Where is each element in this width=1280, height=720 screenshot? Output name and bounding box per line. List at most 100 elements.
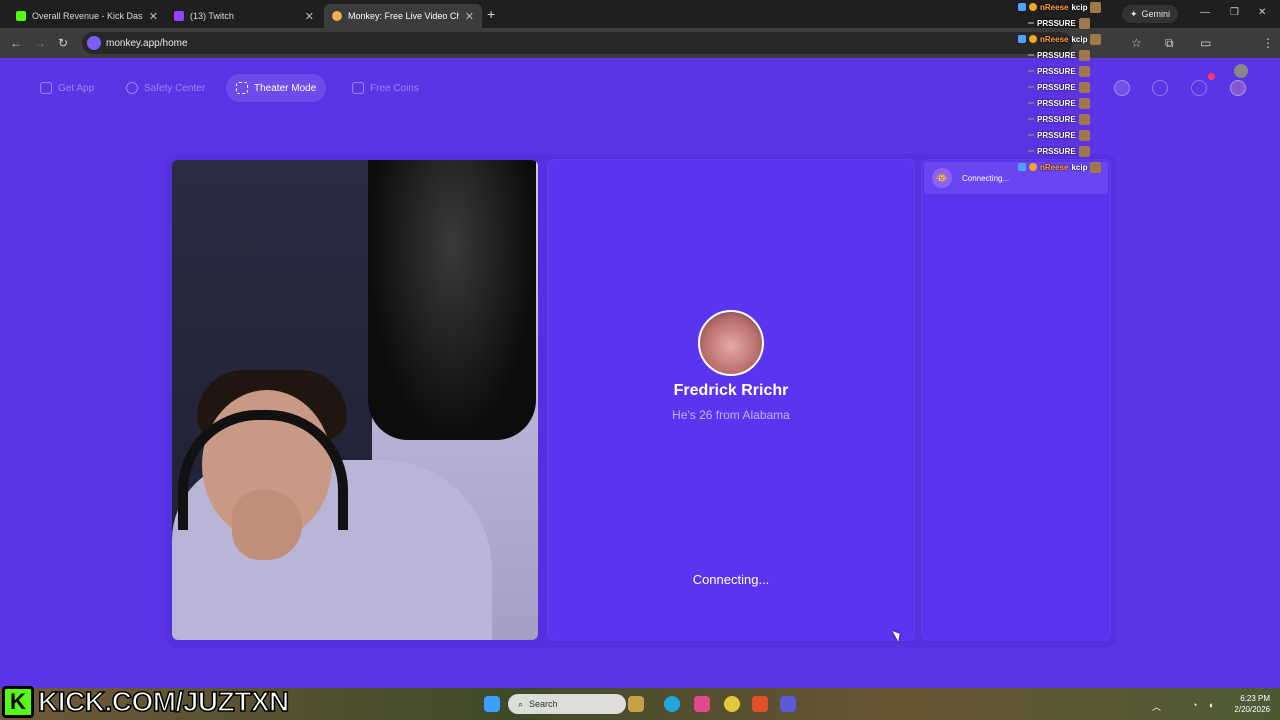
reload-icon[interactable]: ↻ — [58, 36, 68, 50]
window-close-icon[interactable]: ✕ — [1258, 7, 1266, 18]
site-info-icon[interactable] — [87, 36, 101, 50]
search-icon: ⌕ — [518, 698, 524, 709]
match-subtitle: He's 26 from Alabama — [672, 408, 790, 422]
history-clock-icon[interactable] — [1152, 80, 1168, 96]
chat-status-text: Connecting... — [962, 173, 1010, 183]
close-icon[interactable]: ✕ — [149, 10, 158, 23]
overlay-line: PRSSURE — [1028, 128, 1090, 142]
tab-twitch[interactable]: (13) Twitch ✕ — [166, 4, 322, 28]
overlay-line: PRSSURE — [1028, 48, 1090, 62]
free-coins-label: Free Coins — [370, 82, 419, 94]
twitch-icon — [174, 11, 184, 21]
badge-icon — [1018, 163, 1026, 171]
overlay-line: PRSSURE — [1028, 144, 1090, 158]
new-tab-icon[interactable]: + — [487, 6, 495, 22]
tab-title: Monkey: Free Live Video Ch — [348, 11, 459, 21]
stream-watermark: K KICK.COM/JUZTXN — [2, 684, 290, 720]
overlay-line: nReese kcip — [1018, 32, 1102, 46]
emote-icon — [1078, 129, 1090, 141]
badge-icon — [1029, 3, 1037, 11]
tab-title: Overall Revenue - Kick Dashbo — [32, 11, 143, 21]
close-icon[interactable]: ✕ — [305, 10, 314, 23]
sidebar-icon[interactable]: ▭ — [1200, 36, 1211, 50]
monkey-icon — [332, 11, 342, 21]
safety-center-button[interactable]: Safety Center — [116, 74, 215, 102]
copilot-icon[interactable] — [694, 696, 710, 712]
match-name: Fredrick Rrichr — [673, 382, 789, 399]
profile-avatar[interactable] — [1234, 64, 1248, 78]
user-avatar-icon[interactable] — [1114, 80, 1130, 96]
self-video-feed — [172, 160, 538, 640]
taskbar-search-label: Search — [529, 699, 558, 709]
overlay-line: PRSSURE — [1028, 16, 1090, 30]
emote-icon — [1090, 1, 1102, 13]
overlay-line: PRSSURE — [1028, 80, 1090, 94]
emote-icon — [1078, 17, 1090, 29]
safety-center-label: Safety Center — [144, 82, 206, 94]
sparkle-icon: ✦ — [1130, 8, 1138, 19]
coin-stack-icon — [352, 82, 364, 94]
match-avatar — [698, 310, 764, 376]
overlay-line: PRSSURE — [1028, 64, 1090, 78]
tab-monkey[interactable]: Monkey: Free Live Video Ch ✕ — [324, 4, 482, 28]
expand-icon — [236, 82, 248, 94]
emote-icon — [1078, 81, 1090, 93]
emote-icon — [1078, 145, 1090, 157]
get-app-label: Get App — [58, 82, 95, 94]
emote-icon — [1090, 33, 1102, 45]
clock-date: 2/20/2026 — [1234, 705, 1270, 714]
badge-icon — [1029, 35, 1037, 43]
bookmark-star-icon[interactable]: ☆ — [1131, 36, 1142, 50]
taskbar-search[interactable]: ⌕ Search — [508, 694, 626, 714]
tray-chevron-icon[interactable]: ︿ — [1152, 700, 1161, 713]
address-bar[interactable]: monkey.app/home — [82, 32, 1072, 54]
overlay-line: PRSSURE — [1028, 96, 1090, 110]
phone-icon — [40, 82, 52, 94]
restore-icon[interactable]: ❐ — [1230, 7, 1239, 18]
tab-title: (13) Twitch — [190, 11, 234, 21]
emote-icon — [1078, 113, 1090, 125]
watermark-url: KICK.COM/JUZTXN — [37, 685, 290, 718]
get-app-button[interactable]: Get App — [30, 74, 104, 102]
kick-icon — [16, 11, 26, 21]
chrome-icon[interactable] — [724, 696, 740, 712]
tab-kick-dashboard[interactable]: Overall Revenue - Kick Dashbo ✕ — [8, 4, 166, 28]
system-clock[interactable]: 6:23 PM 2/20/2026 — [1224, 693, 1270, 715]
minimize-icon[interactable]: — — [1200, 7, 1210, 18]
chat-bubble-icon[interactable] — [1191, 80, 1207, 96]
extensions-icon[interactable]: ⧉ — [1165, 36, 1174, 51]
wifi-icon[interactable]: ◔ — [1192, 700, 1197, 710]
widget-icon[interactable] — [628, 696, 644, 712]
free-coins-button[interactable]: Free Coins — [342, 74, 429, 102]
notification-badge — [1208, 73, 1215, 80]
brave-icon[interactable] — [752, 696, 768, 712]
monkey-icon: 🐵 — [932, 168, 952, 188]
menu-kebab-icon[interactable]: ⋮ — [1262, 36, 1274, 50]
url-text: monkey.app/home — [106, 37, 188, 49]
kick-logo: K — [2, 686, 34, 718]
clock-time: 6:23 PM — [1240, 694, 1270, 703]
teams-icon[interactable] — [780, 696, 796, 712]
badge-icon — [1018, 35, 1026, 43]
theater-mode-button[interactable]: Theater Mode — [226, 74, 327, 102]
theater-mode-label: Theater Mode — [254, 82, 317, 94]
volume-icon[interactable]: ◖ — [1208, 700, 1213, 710]
gemini-button[interactable]: ✦ Gemini — [1122, 5, 1179, 23]
edge-icon[interactable] — [664, 696, 680, 712]
monkey-profile-icon[interactable] — [1230, 80, 1246, 96]
overlay-line: nReese kcip — [1018, 160, 1102, 174]
connection-status: Connecting... — [692, 572, 770, 587]
forward-icon[interactable]: → — [34, 36, 46, 50]
chat-panel — [922, 160, 1110, 640]
overlay-line: PRSSURE — [1028, 112, 1090, 126]
emote-icon — [1090, 161, 1102, 173]
badge-icon — [1018, 3, 1026, 11]
windows-start-icon[interactable] — [484, 696, 500, 712]
back-icon[interactable]: ← — [10, 36, 22, 50]
emote-icon — [1078, 49, 1090, 61]
overlay-line: nReese kcip — [1018, 0, 1102, 14]
close-icon[interactable]: ✕ — [465, 10, 474, 23]
emote-icon — [1078, 97, 1090, 109]
emote-icon — [1078, 65, 1090, 77]
shield-icon — [126, 82, 138, 94]
